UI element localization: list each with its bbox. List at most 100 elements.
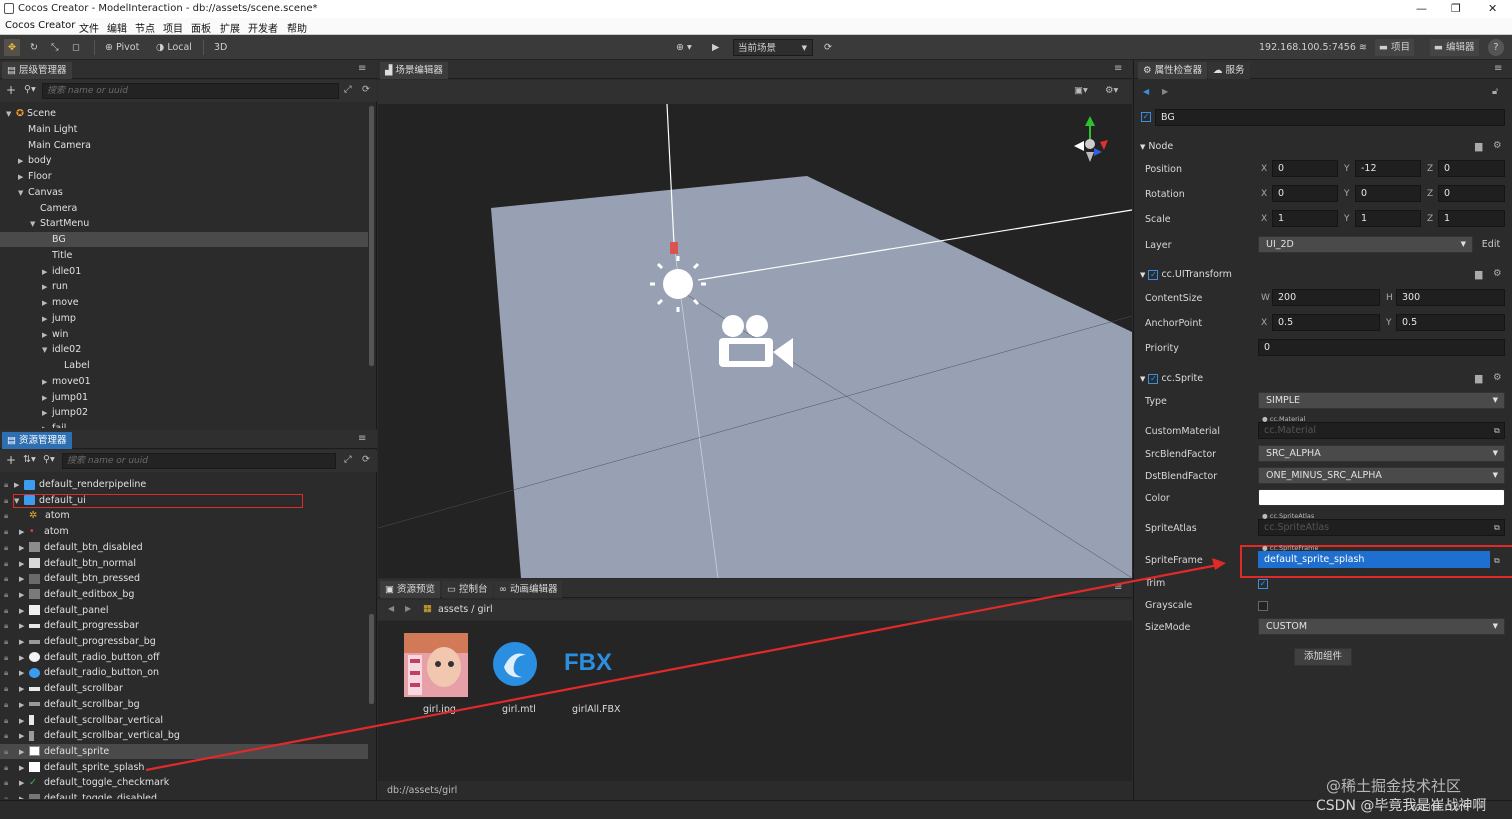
tab-assets[interactable]: ▤ 资源管理器 <box>2 432 72 449</box>
collapse-icon[interactable]: ⤢ <box>344 454 352 465</box>
chevron-right-icon[interactable]: ▶ <box>42 406 52 421</box>
menu-project[interactable]: 项目 <box>163 20 183 35</box>
back-icon[interactable]: ◀ <box>388 604 394 613</box>
preview-ip[interactable]: 192.168.100.5:7456 ≋ <box>1255 39 1371 56</box>
lock-icon[interactable]: 🔒︎ <box>4 634 14 649</box>
asset-item[interactable]: 🔒︎ ▶ default_btn_disabled <box>0 540 368 555</box>
refresh-icon[interactable]: ⟳ <box>362 454 370 465</box>
forward-icon[interactable]: ▶ <box>405 604 411 613</box>
asset-item[interactable]: 🔒︎ ▶ default_scrollbar_bg <box>0 697 368 712</box>
asset-pick-icon[interactable]: ⧉ <box>1494 556 1500 566</box>
add-node-icon[interactable]: + <box>6 83 16 97</box>
hierarchy-node[interactable]: ▼ ✪ Scene <box>0 106 368 121</box>
lock-icon[interactable]: 🔒︎ <box>4 665 14 680</box>
spriteatlas-field[interactable]: cc.SpriteAtlas <box>1258 519 1505 536</box>
add-asset-icon[interactable]: + <box>6 453 16 467</box>
refresh-icon[interactable]: ⟳ <box>820 39 836 56</box>
contentsize-w-input[interactable]: 200 <box>1272 289 1380 306</box>
lock-icon[interactable]: 🔒︎ <box>4 556 14 571</box>
sizemode-select[interactable]: CUSTOM ▼ <box>1258 618 1505 635</box>
maximize-icon[interactable]: ❐ <box>1451 2 1461 15</box>
asset-item[interactable]: 🔒︎ ▶ default_progressbar <box>0 618 368 633</box>
lock-icon[interactable]: 🔒︎ <box>4 775 14 790</box>
hierarchy-node[interactable]: ▶ body <box>0 153 368 168</box>
chevron-right-icon[interactable]: ▶ <box>42 296 52 311</box>
chevron-right-icon[interactable]: ▶ <box>18 170 28 185</box>
lock-icon[interactable]: 🔒︎ <box>4 728 14 743</box>
chevron-right-icon[interactable]: ▶ <box>42 265 52 280</box>
chevron-right-icon[interactable]: ▶ <box>19 557 29 572</box>
menu-help[interactable]: 帮助 <box>287 20 307 35</box>
chevron-right-icon[interactable]: ▶ <box>19 604 29 619</box>
sort-icon[interactable]: ⇅▾ <box>23 454 36 465</box>
hierarchy-node[interactable]: ▼ idle02 <box>0 342 368 357</box>
dstblend-select[interactable]: ONE_MINUS_SRC_ALPHA ▼ <box>1258 467 1505 484</box>
chevron-right-icon[interactable]: ▶ <box>19 525 29 540</box>
rotation-x-input[interactable]: 0 <box>1272 185 1338 202</box>
tab-animation-editor[interactable]: ∞ 动画编辑器 <box>494 581 563 598</box>
rotation-z-input[interactable]: 0 <box>1438 185 1505 202</box>
sprite-section-header[interactable]: ▼ ✓ cc.Sprite <box>1140 373 1203 384</box>
search-type-icon[interactable]: ⚲▾ <box>43 454 55 465</box>
help-icon[interactable]: ? <box>1488 39 1504 56</box>
asset-item[interactable]: 🔒︎ ▶ default_scrollbar <box>0 681 368 696</box>
scale-z-input[interactable]: 1 <box>1438 210 1505 227</box>
hierarchy-node[interactable]: Title <box>0 248 368 263</box>
lock-icon[interactable]: 🔒︎ <box>4 524 14 539</box>
file-girlall-fbx[interactable]: FBX <box>564 649 624 679</box>
lock-icon[interactable]: 🔒︎ <box>4 603 14 618</box>
platform-select[interactable]: ⊕ ▾ <box>672 39 696 56</box>
lock-icon[interactable]: 🔒︎ <box>4 744 14 759</box>
camera-icon[interactable]: ▣▾ <box>1074 85 1088 96</box>
local-toggle[interactable]: ◑ Local <box>152 39 196 56</box>
trim-checkbox[interactable]: ✓ <box>1258 579 1268 589</box>
chevron-down-icon[interactable]: ▼ <box>6 107 16 122</box>
open-project-button[interactable]: ▬ 项目 <box>1375 39 1415 56</box>
tab-scene[interactable]: ▟ 场景编辑器 <box>380 62 448 79</box>
tab-asset-preview[interactable]: ▣ 资源预览 <box>380 581 441 598</box>
lock-icon[interactable]: 🔒︎ <box>4 571 14 586</box>
chevron-right-icon[interactable]: ▶ <box>19 761 29 776</box>
anchorpoint-y-input[interactable]: 0.5 <box>1396 314 1505 331</box>
hierarchy-node[interactable]: ▶ Floor <box>0 169 368 184</box>
search-type-icon[interactable]: ⚲▾ <box>24 84 36 95</box>
scale-tool-icon[interactable]: ⤡ <box>47 39 63 56</box>
scene-select[interactable]: 当前场景 ▼ <box>733 39 813 56</box>
position-x-input[interactable]: 0 <box>1272 160 1338 177</box>
forward-icon[interactable]: ▶ <box>1162 87 1168 96</box>
chevron-right-icon[interactable]: ▶ <box>42 280 52 295</box>
lock-icon[interactable]: 🔒︎ <box>4 618 14 633</box>
panel-menu-icon[interactable]: ≡ <box>358 433 366 444</box>
tab-inspector[interactable]: ⚙ 属性检查器 <box>1138 62 1208 79</box>
tab-services[interactable]: ☁ 服务 <box>1208 62 1250 79</box>
spriteframe-field[interactable]: default_sprite_splash <box>1258 551 1490 568</box>
uitransform-enabled-checkbox[interactable]: ✓ <box>1148 269 1159 280</box>
hierarchy-node[interactable]: ▶ jump02 <box>0 405 368 420</box>
custommaterial-field[interactable]: cc.Material <box>1258 422 1505 439</box>
scale-y-input[interactable]: 1 <box>1355 210 1421 227</box>
chevron-right-icon[interactable]: ▶ <box>19 588 29 603</box>
contentsize-h-input[interactable]: 300 <box>1396 289 1505 306</box>
chevron-down-icon[interactable]: ▼ <box>30 217 40 232</box>
hierarchy-node[interactable]: ▶fail <box>0 421 368 428</box>
hierarchy-node[interactable]: BG <box>0 232 368 247</box>
asset-item[interactable]: 🔒︎ ▶ default_sprite_splash <box>0 760 368 775</box>
add-component-button[interactable]: 添加组件 <box>1294 648 1352 666</box>
scene-viewport[interactable] <box>378 104 1132 578</box>
assets-scrollbar[interactable] <box>369 614 374 704</box>
panel-menu-icon[interactable]: ≡ <box>1114 582 1122 593</box>
lock-icon[interactable]: 🔒︎ <box>4 540 14 555</box>
hierarchy-node[interactable]: ▶ move01 <box>0 374 368 389</box>
layer-edit-button[interactable]: Edit <box>1477 236 1505 253</box>
doc-icon[interactable]: ▆ <box>1475 373 1482 384</box>
rotate-tool-icon[interactable]: ↻ <box>26 39 42 56</box>
menu-extension[interactable]: 扩展 <box>220 20 240 35</box>
chevron-right-icon[interactable]: ▶ <box>19 682 29 697</box>
asset-item[interactable]: 🔒︎ ▶ ✓ default_toggle_checkmark <box>0 775 368 790</box>
lock-icon[interactable]: 🔒︎ <box>4 508 14 523</box>
lock-icon[interactable]: 🔒︎ <box>4 681 14 696</box>
tab-console[interactable]: ▭ 控制台 <box>442 581 493 598</box>
lock-icon[interactable]: 🔒︎ <box>4 587 14 602</box>
gear-icon[interactable]: ⚙ <box>1493 372 1502 383</box>
gear-icon[interactable]: ⚙▾ <box>1105 85 1118 96</box>
